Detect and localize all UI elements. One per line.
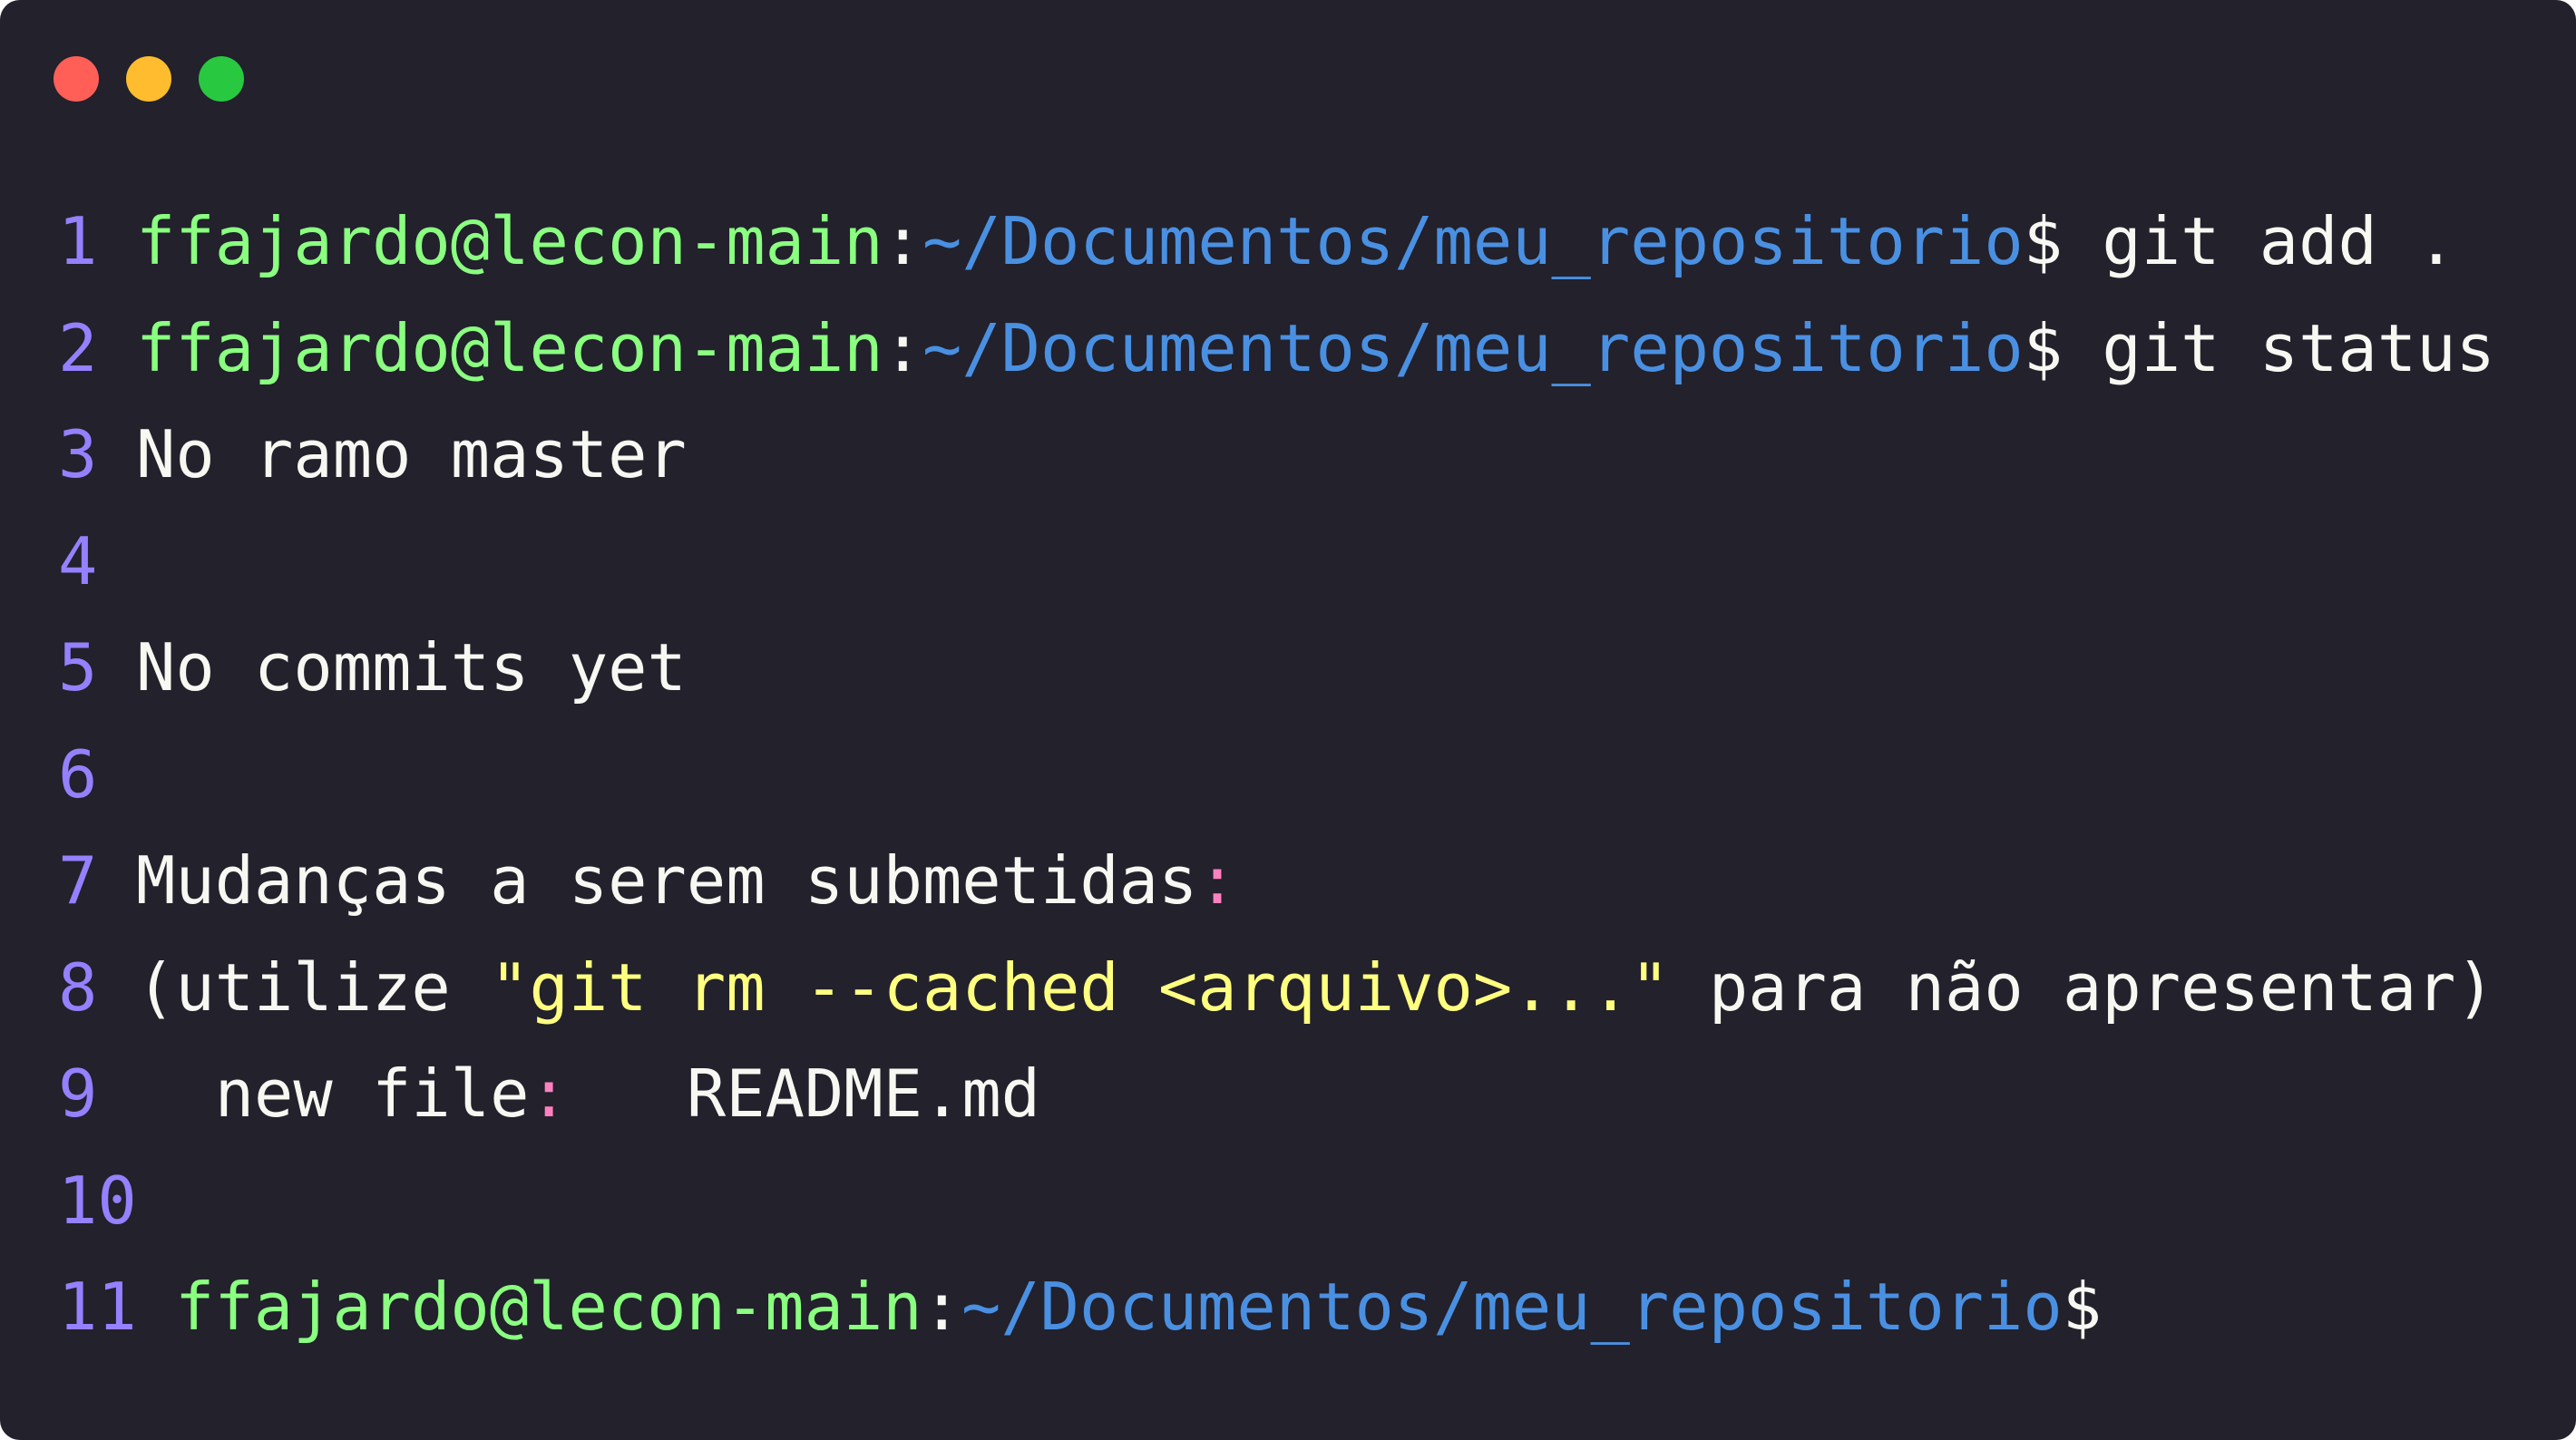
line-number: 5 [58, 629, 98, 705]
prompt-symbol: $ [2023, 203, 2064, 279]
terminal-line-1: 1 ffajardo@lecon-main:~/Documentos/meu_r… [0, 189, 2576, 296]
minimize-button[interactable] [126, 56, 171, 102]
close-button[interactable] [54, 56, 99, 102]
terminal-line-6: 6 [0, 722, 2576, 829]
terminal-line-9: 9 new file: README.md [0, 1041, 2576, 1148]
hint-command-string: "git rm --cached <arquivo>..." [490, 949, 1670, 1026]
line-number: 4 [58, 522, 98, 599]
terminal-line-7: 7 Mudanças a serem submetidas: [0, 828, 2576, 935]
line-number: 10 [58, 1162, 137, 1239]
file-name: README.md [568, 1056, 1041, 1132]
prompt-user-host: ffajardo@lecon-main [136, 203, 883, 279]
terminal-line-10: 10 [0, 1148, 2576, 1255]
terminal-line-11: 11 ffajardo@lecon-main:~/Documentos/meu_… [0, 1254, 2576, 1361]
terminal-line-2: 2 ffajardo@lecon-main:~/Documentos/meu_r… [0, 296, 2576, 403]
prompt-user-host: ffajardo@lecon-main [175, 1269, 922, 1345]
terminal-window: 1 ffajardo@lecon-main:~/Documentos/meu_r… [0, 0, 2576, 1440]
line-content: ffajardo@lecon-main:~/Documentos/meu_rep… [175, 1254, 2102, 1361]
command-text: git status [2063, 309, 2495, 386]
prompt-path: ~/Documentos/meu_repositorio [922, 309, 2024, 386]
line-number: 7 [58, 842, 98, 919]
line-content: ffajardo@lecon-main:~/Documentos/meu_rep… [136, 296, 2495, 403]
command-text: git add . [2063, 203, 2456, 279]
line-number: 3 [58, 416, 98, 492]
prompt-path: ~/Documentos/meu_repositorio [922, 203, 2024, 279]
line-content: new file: README.md [136, 1041, 1040, 1148]
file-status-label: new file [136, 1056, 530, 1132]
line-number: 6 [58, 735, 98, 812]
line-content: (utilize "git rm --cached <arquivo>..." … [136, 935, 2495, 1042]
output-text: No commits yet [136, 629, 687, 705]
maximize-button[interactable] [199, 56, 244, 102]
colon-punctuation: : [1197, 842, 1237, 919]
prompt-symbol: $ [2023, 309, 2064, 386]
terminal-output[interactable]: 1 ffajardo@lecon-main:~/Documentos/meu_r… [0, 189, 2576, 1361]
output-text: Mudanças a serem submetidas [136, 842, 1198, 919]
colon-punctuation: : [529, 1056, 569, 1132]
line-number: 9 [58, 1056, 98, 1132]
output-text: No ramo master [136, 416, 687, 492]
prompt-user-host: ffajardo@lecon-main [136, 309, 883, 386]
prompt-path: ~/Documentos/meu_repositorio [961, 1269, 2063, 1345]
hint-open: (utilize [136, 949, 491, 1026]
line-content: Mudanças a serem submetidas: [136, 828, 1237, 935]
window-controls [54, 56, 244, 102]
prompt-symbol: $ [2062, 1269, 2103, 1345]
prompt-separator: : [883, 203, 922, 279]
prompt-separator: : [883, 309, 922, 386]
terminal-line-8: 8 (utilize "git rm --cached <arquivo>...… [0, 935, 2576, 1042]
terminal-line-3: 3 No ramo master [0, 402, 2576, 509]
line-number: 8 [58, 949, 98, 1026]
line-number: 2 [58, 309, 98, 386]
line-number: 1 [58, 203, 98, 279]
terminal-line-5: 5 No commits yet [0, 615, 2576, 722]
line-number: 11 [58, 1269, 137, 1345]
prompt-separator: : [922, 1269, 961, 1345]
terminal-line-4: 4 [0, 509, 2576, 616]
hint-rest: para não apresentar) [1669, 949, 2495, 1026]
line-content: ffajardo@lecon-main:~/Documentos/meu_rep… [136, 189, 2456, 296]
